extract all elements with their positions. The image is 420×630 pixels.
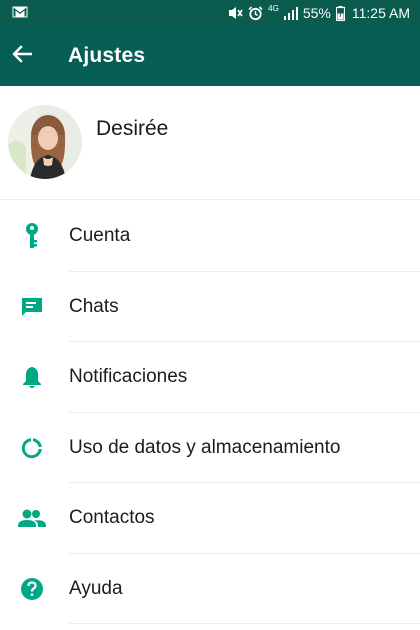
menu-item-chats[interactable]: Chats (0, 272, 420, 342)
menu-item-label: Ayuda (69, 577, 123, 599)
gmail-notification-icon (12, 5, 28, 21)
menu-item-label: Contactos (69, 507, 155, 529)
status-bar: 4G 55% 11:25 AM (0, 0, 420, 26)
network-type-label: 4G (268, 4, 279, 13)
battery-icon (335, 5, 345, 21)
data-usage-icon (18, 434, 46, 462)
menu-item-contactos[interactable]: Contactos (0, 483, 420, 554)
battery-percent: 55% (302, 5, 331, 21)
alarm-icon (248, 5, 263, 21)
menu-item-cuenta[interactable]: Cuenta (0, 201, 420, 272)
mute-icon (227, 6, 243, 20)
menu-item-uso-de-datos[interactable]: Uso de datos y almacenamiento (0, 413, 420, 483)
menu-item-label: Cuenta (69, 225, 131, 247)
bell-icon (18, 363, 46, 391)
key-icon (18, 222, 46, 250)
divider (69, 623, 420, 624)
settings-menu: Cuenta Chats Notificaciones Uso de datos… (0, 201, 420, 624)
page-title: Ajustes (68, 44, 146, 67)
menu-item-notificaciones[interactable]: Notificaciones (0, 342, 420, 413)
app-bar: Ajustes (0, 26, 420, 86)
chat-icon (18, 293, 46, 321)
help-icon (18, 575, 46, 603)
clock-time: 11:25 AM (351, 5, 410, 21)
profile-name: Desirée (96, 117, 169, 140)
menu-item-label: Chats (69, 295, 119, 317)
menu-item-label: Uso de datos y almacenamiento (69, 436, 341, 458)
signal-icon (283, 6, 298, 20)
menu-item-ayuda[interactable]: Ayuda (0, 554, 420, 624)
arrow-left-icon (12, 44, 33, 68)
menu-item-label: Notificaciones (69, 366, 188, 388)
avatar[interactable] (8, 105, 82, 179)
back-button[interactable] (0, 34, 44, 78)
contacts-icon (18, 504, 46, 532)
